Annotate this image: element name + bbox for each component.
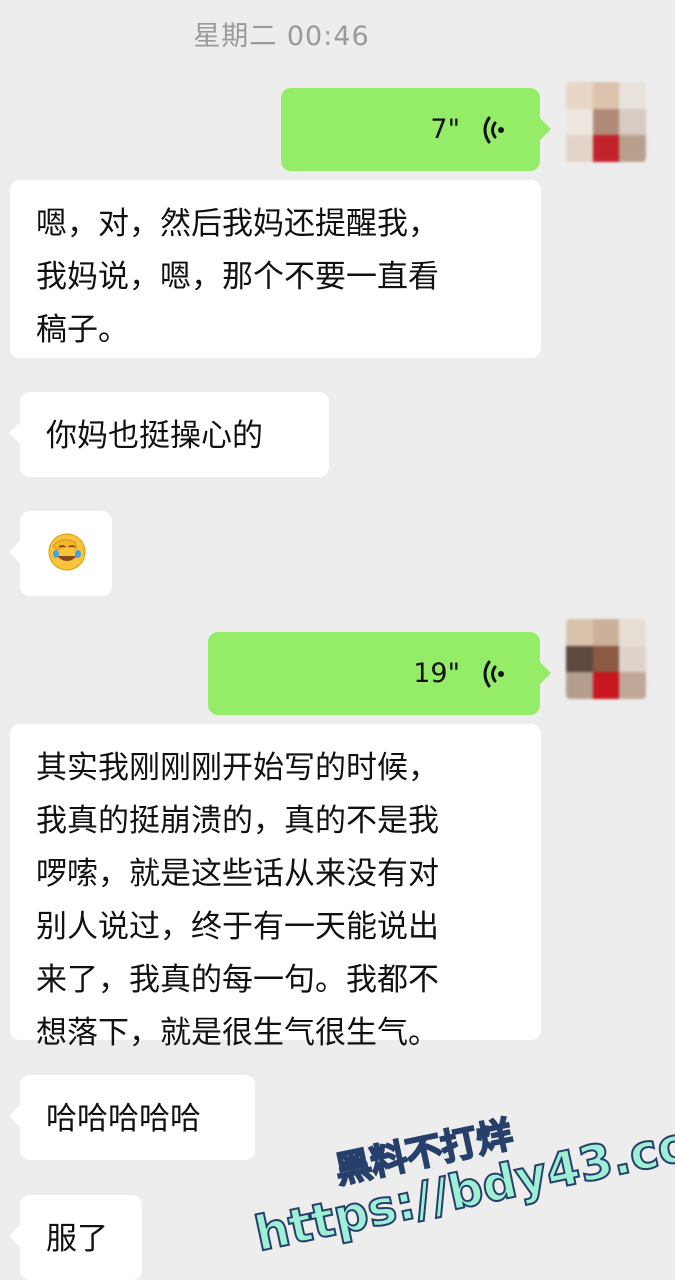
voice-message-bubble[interactable]: 19" [208,632,551,715]
message-line: 别人说过，终于有一天能说出 [36,909,439,945]
voice-message-bubble[interactable]: 7" [281,88,551,171]
message-text: 你妈也挺操心的 [46,418,263,454]
message-line: 想落下，就是很生气很生气。 [36,1015,439,1051]
incoming-emoji-message[interactable] [9,511,112,596]
incoming-text-message[interactable]: 哈哈哈哈哈 [9,1075,255,1160]
incoming-text-message[interactable]: 嗯，对，然后我妈还提醒我， 我妈说，嗯，那个不要一直看 稿子。 [10,180,541,358]
message-line: 啰嗦，就是这些话从来没有对 [36,856,439,892]
voice-duration: 7" [430,114,460,145]
self-avatar[interactable] [566,82,646,162]
self-avatar[interactable] [566,619,646,699]
facepalm-emoji-icon [48,533,86,571]
chat-timestamp: 星期二 00:46 [193,21,370,52]
incoming-text-message[interactable]: 服了 [9,1195,142,1280]
message-line: 嗯，对，然后我妈还提醒我， [36,206,439,242]
voice-duration: 19" [413,658,460,689]
message-line: 稿子。 [36,312,129,348]
voice-wave-icon [483,116,504,143]
message-text: 服了 [46,1221,108,1257]
message-line: 我妈说，嗯，那个不要一直看 [36,259,439,295]
voice-wave-icon [483,660,504,687]
message-text: 哈哈哈哈哈 [46,1101,201,1137]
incoming-text-message[interactable]: 你妈也挺操心的 [9,392,329,477]
message-line: 来了，我真的每一句。我都不 [36,962,439,998]
message-line: 其实我刚刚刚开始写的时候， [36,750,439,786]
incoming-text-message[interactable]: 其实我刚刚刚开始写的时候， 我真的挺崩溃的，真的不是我 啰嗦，就是这些话从来没有… [10,724,541,1051]
message-line: 我真的挺崩溃的，真的不是我 [36,803,439,839]
